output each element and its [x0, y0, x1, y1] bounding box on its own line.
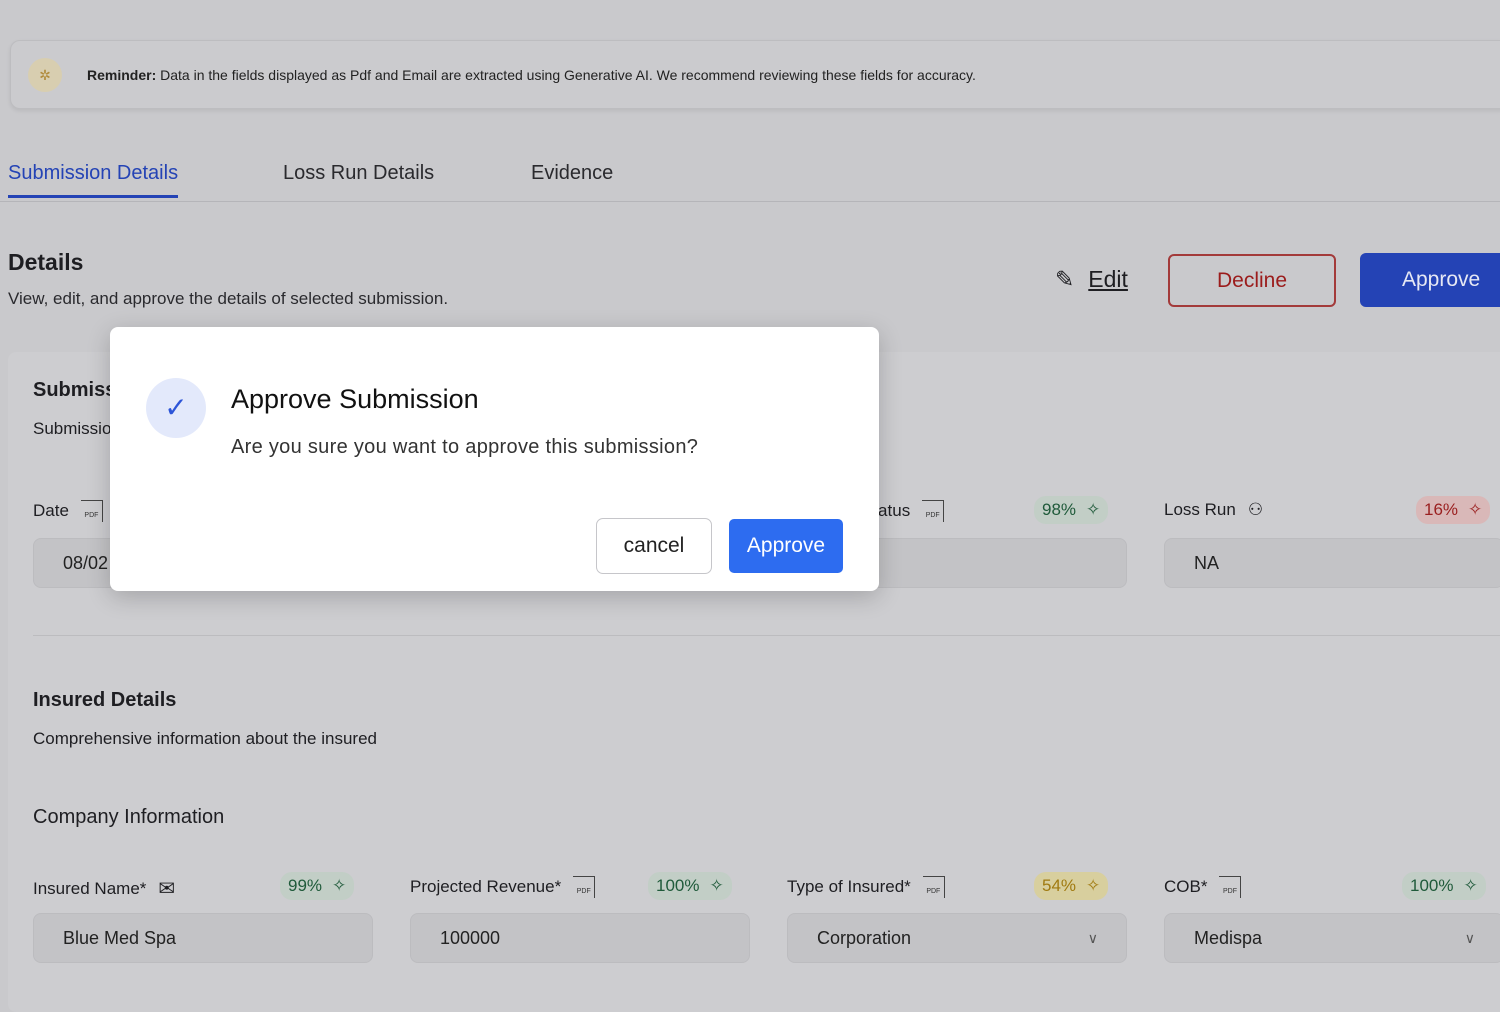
reminder-text: Data in the fields displayed as Pdf and …	[156, 67, 976, 83]
insured-section-subtitle: Comprehensive information about the insu…	[33, 729, 377, 748]
pdf-icon: PDF	[1219, 876, 1242, 898]
pdf-icon: PDF	[922, 876, 945, 898]
sparkle-icon: ✧	[1463, 876, 1478, 895]
field-label-type-of-insured: Type of Insured* PDF	[787, 876, 945, 898]
company-information-heading: Company Information	[33, 806, 225, 828]
cob-select[interactable]: Medispa ∨	[1164, 913, 1500, 963]
mail-icon: ✉	[158, 878, 176, 900]
approve-submission-dialog: ✓ Approve Submission Are you sure you wa…	[110, 327, 879, 591]
confidence-badge: 100% ✧	[648, 872, 732, 900]
sparkle-icon: ✧	[1468, 500, 1483, 519]
ai-reminder-banner: ✲ Reminder: Data in the fields displayed…	[10, 40, 1500, 109]
tab-loss-run-details[interactable]: Loss Run Details	[283, 162, 434, 185]
confidence-badge: 16% ✧	[1416, 496, 1491, 524]
submission-section-subtitle: Submission	[33, 419, 121, 438]
tab-evidence[interactable]: Evidence	[531, 162, 613, 185]
edit-button[interactable]: ✎ Edit	[1055, 266, 1128, 293]
field-label-loss-run: Loss Run ⚇	[1164, 500, 1264, 519]
chevron-down-icon: ∨	[1464, 930, 1475, 946]
edit-icon: ✎	[1055, 266, 1075, 292]
sparkle-icon: ✧	[1086, 876, 1101, 895]
sparkle-icon: ✧	[1086, 500, 1101, 519]
page-title: Details	[8, 249, 84, 275]
page-subtitle: View, edit, and approve the details of s…	[8, 289, 449, 308]
confidence-badge: 98% ✧	[1034, 496, 1109, 524]
type-of-insured-select[interactable]: Corporation ∨	[787, 913, 1127, 963]
tab-submission-details[interactable]: Submission Details	[8, 162, 179, 198]
sparkle-icon: ✲	[28, 58, 62, 92]
confidence-badge: 100% ✧	[1402, 872, 1486, 900]
projected-revenue-input[interactable]: 100000	[410, 913, 750, 963]
field-label-date: Date PDF	[33, 500, 103, 522]
decline-button[interactable]: Decline	[1168, 254, 1336, 307]
reminder-label: Reminder:	[87, 67, 157, 83]
divider	[33, 635, 1500, 636]
pdf-icon: PDF	[80, 500, 103, 522]
field-label-projected-revenue: Projected Revenue* PDF	[410, 876, 596, 898]
insured-name-input[interactable]: Blue Med Spa	[33, 913, 373, 963]
chevron-down-icon: ∨	[1087, 930, 1098, 946]
check-icon: ✓	[146, 378, 206, 438]
approve-button[interactable]: Approve	[1360, 253, 1500, 307]
user-edit-icon: ⚇	[1247, 500, 1264, 519]
confirm-approve-button[interactable]: Approve	[729, 519, 843, 573]
field-label-cob: COB* PDF	[1164, 876, 1242, 898]
sparkle-icon: ✧	[332, 876, 347, 895]
field-label-insured-name: Insured Name* ✉	[33, 878, 176, 900]
loss-run-input[interactable]: NA	[1164, 538, 1500, 588]
pdf-icon: PDF	[922, 500, 945, 522]
sparkle-icon: ✧	[709, 876, 724, 895]
edit-label: Edit	[1088, 266, 1128, 292]
dialog-title: Approve Submission	[231, 384, 479, 414]
tab-bar: Submission Details Loss Run Details Evid…	[0, 160, 1500, 202]
dialog-message: Are you sure you want to approve this su…	[231, 436, 699, 458]
cancel-button[interactable]: cancel	[596, 518, 712, 574]
insured-section-title: Insured Details	[33, 689, 177, 711]
pdf-icon: PDF	[573, 876, 596, 898]
confidence-badge: 99% ✧	[280, 872, 355, 900]
confidence-badge: 54% ✧	[1034, 872, 1109, 900]
